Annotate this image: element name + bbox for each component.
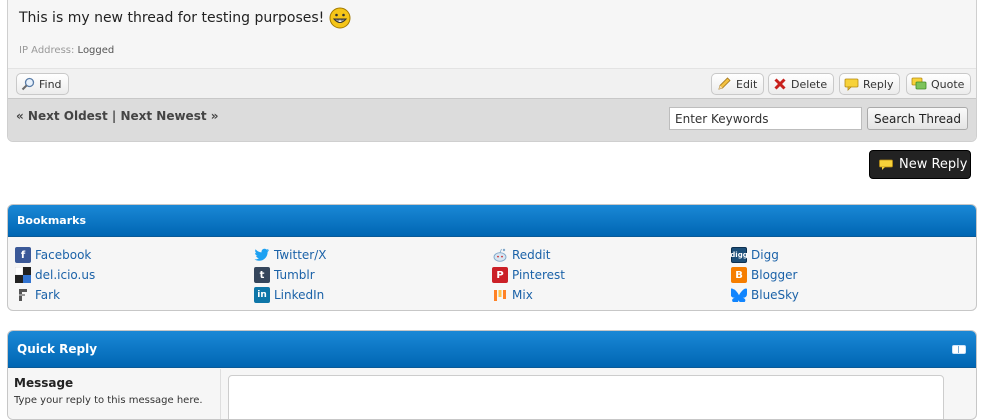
bookmark-delicious[interactable]: del.icio.us bbox=[15, 267, 95, 283]
reddit-icon bbox=[492, 247, 508, 263]
bookmark-label: Fark bbox=[35, 288, 61, 302]
bookmark-blogger[interactable]: B Blogger bbox=[731, 267, 797, 283]
bluesky-icon bbox=[731, 287, 747, 303]
pencil-icon bbox=[718, 77, 731, 90]
quote-bubble-icon bbox=[911, 77, 927, 90]
delete-x-icon bbox=[774, 78, 786, 90]
reply-label: Reply bbox=[863, 77, 894, 91]
post-container: This is my new thread for testing purpos… bbox=[7, 0, 977, 142]
bookmark-pinterest[interactable]: P Pinterest bbox=[492, 267, 565, 283]
bookmark-fark[interactable]: Fark bbox=[15, 287, 60, 303]
quote-button[interactable]: Quote bbox=[906, 73, 972, 95]
delete-label: Delete bbox=[791, 77, 828, 91]
bookmarks-title: Bookmarks bbox=[17, 214, 86, 227]
speech-bubble-icon bbox=[844, 78, 859, 91]
reply-button[interactable]: Reply bbox=[839, 73, 901, 95]
bookmark-facebook[interactable]: f Facebook bbox=[15, 247, 91, 263]
bookmarks-header: Bookmarks bbox=[8, 205, 976, 237]
next-newest-link[interactable]: Next Newest » bbox=[120, 109, 218, 123]
search-thread-button[interactable]: Search Thread bbox=[867, 107, 968, 130]
quick-reply-header: Quick Reply bbox=[8, 331, 976, 368]
pinterest-icon: P bbox=[492, 267, 508, 283]
next-oldest-link[interactable]: « Next Oldest bbox=[16, 109, 108, 123]
new-reply-button[interactable]: New Reply bbox=[869, 150, 971, 179]
post-body: This is my new thread for testing purpos… bbox=[8, 0, 976, 68]
bookmark-mix[interactable]: Mix bbox=[492, 287, 533, 303]
find-label: Find bbox=[39, 77, 62, 91]
ip-address: IP Address: Logged bbox=[19, 45, 114, 56]
ip-value: Logged bbox=[77, 45, 115, 56]
thread-nav-links: « Next Oldest | Next Newest » bbox=[16, 109, 219, 123]
quick-reply-panel: Quick Reply Message Type your reply to t… bbox=[7, 330, 977, 420]
bookmark-label: BlueSky bbox=[751, 288, 799, 302]
post-controls: Find Edit Delete Reply Quote bbox=[8, 68, 976, 98]
find-button[interactable]: Find bbox=[16, 73, 69, 95]
mix-icon bbox=[492, 287, 508, 303]
post-message-text: This is my new thread for testing purpos… bbox=[19, 10, 325, 26]
grin-smiley-icon bbox=[329, 7, 351, 29]
delicious-icon bbox=[15, 267, 31, 283]
blogger-icon: B bbox=[731, 267, 747, 283]
delete-button[interactable]: Delete bbox=[768, 73, 835, 95]
bookmark-label: Blogger bbox=[751, 268, 798, 282]
bookmark-tumblr[interactable]: t Tumblr bbox=[254, 267, 315, 283]
message-textarea[interactable] bbox=[228, 375, 944, 419]
bookmark-label: del.icio.us bbox=[35, 268, 96, 282]
message-label-cell: Message Type your reply to this message … bbox=[8, 369, 221, 419]
bookmarks-panel: Bookmarks f Facebook del.icio.us Fark Tw… bbox=[7, 204, 977, 311]
quick-reply-title: Quick Reply bbox=[17, 342, 98, 356]
collapse-toggle-icon[interactable] bbox=[952, 345, 966, 354]
message-hint: Type your reply to this message here. bbox=[14, 395, 203, 406]
bookmark-label: Mix bbox=[512, 288, 533, 302]
edit-label: Edit bbox=[736, 77, 758, 91]
bookmark-label: Pinterest bbox=[512, 268, 566, 282]
facebook-icon: f bbox=[15, 247, 31, 263]
bookmark-label: Twitter/X bbox=[274, 248, 327, 262]
bookmark-linkedin[interactable]: in LinkedIn bbox=[254, 287, 324, 303]
speech-bubble-icon bbox=[879, 159, 893, 170]
edit-button[interactable]: Edit bbox=[711, 73, 765, 95]
message-label: Message bbox=[14, 376, 74, 390]
bookmark-label: Digg bbox=[751, 248, 779, 262]
thread-nav-bar: « Next Oldest | Next Newest » Search Thr… bbox=[8, 98, 976, 141]
quote-label: Quote bbox=[931, 77, 965, 91]
bookmark-label: Facebook bbox=[35, 248, 92, 262]
bookmark-digg[interactable]: digg Digg bbox=[730, 247, 779, 263]
bookmark-label: Reddit bbox=[512, 248, 551, 262]
bookmark-label: LinkedIn bbox=[274, 288, 325, 302]
new-reply-label: New Reply bbox=[899, 157, 968, 172]
magnifier-icon bbox=[21, 77, 35, 91]
fark-icon bbox=[15, 287, 31, 303]
linkedin-icon: in bbox=[254, 287, 270, 303]
search-keywords-input[interactable] bbox=[669, 107, 862, 130]
nav-separator: | bbox=[111, 109, 117, 123]
twitter-icon bbox=[254, 247, 270, 263]
bookmark-label: Tumblr bbox=[274, 268, 315, 282]
bookmark-bluesky[interactable]: BlueSky bbox=[731, 287, 799, 303]
tumblr-icon: t bbox=[254, 267, 270, 283]
digg-icon: digg bbox=[730, 247, 748, 263]
post-message: This is my new thread for testing purpos… bbox=[19, 7, 351, 29]
ip-label: IP Address: bbox=[19, 45, 75, 56]
bookmark-twitter[interactable]: Twitter/X bbox=[254, 247, 326, 263]
bookmark-reddit[interactable]: Reddit bbox=[492, 247, 550, 263]
bookmarks-grid: f Facebook del.icio.us Fark Twitter/X t … bbox=[8, 237, 976, 310]
